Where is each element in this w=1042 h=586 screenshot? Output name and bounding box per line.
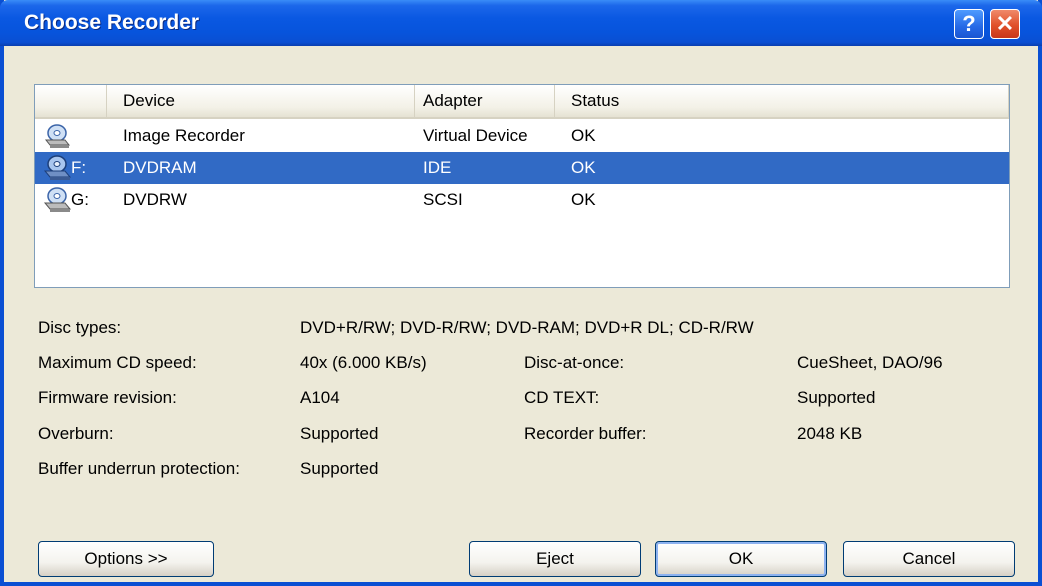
adapter-name: IDE (423, 158, 452, 177)
column-header-icon[interactable] (35, 85, 107, 117)
window-title: Choose Recorder (24, 11, 200, 34)
recorder-buffer-label: Recorder buffer: (524, 424, 647, 443)
max-cd-speed-label: Maximum CD speed: (38, 353, 197, 372)
disc-types-value: DVD+R/RW; DVD-R/RW; DVD-RAM; DVD+R DL; C… (300, 318, 754, 337)
column-header-adapter[interactable]: Adapter (415, 85, 555, 117)
list-row-dvdram[interactable]: F: DVDRAM IDE OK (35, 152, 1009, 184)
image-recorder-icon (44, 124, 71, 148)
adapter-name: SCSI (423, 190, 463, 209)
overburn-value: Supported (300, 424, 379, 443)
drive-letter: F: (71, 158, 87, 177)
status-value: OK (571, 126, 596, 145)
cancel-button[interactable]: Cancel (843, 541, 1015, 577)
drive-letter: G: (71, 190, 89, 209)
overburn-label: Overburn: (38, 424, 114, 443)
cd-text-value: Supported (797, 388, 876, 407)
disc-at-once-label: Disc-at-once: (524, 353, 625, 372)
eject-button[interactable]: Eject (469, 541, 641, 577)
buffer-underrun-label: Buffer underrun protection: (38, 459, 240, 478)
recorder-list[interactable]: Device Adapter Status Image Recorder Vir… (34, 84, 1010, 288)
options-button[interactable]: Options >> (38, 541, 214, 577)
max-cd-speed-value: 40x (6.000 KB/s) (300, 353, 427, 372)
close-icon: ✕ (995, 11, 1015, 36)
column-header-status[interactable]: Status (555, 85, 1009, 117)
title-bar[interactable]: Choose Recorder ? ✕ (0, 0, 1042, 46)
firmware-revision-value: A104 (300, 388, 340, 407)
buffer-underrun-value: Supported (300, 459, 379, 478)
list-row-dvdrw[interactable]: G: DVDRW SCSI OK (35, 184, 1009, 216)
adapter-name: Virtual Device (423, 126, 528, 145)
cd-text-label: CD TEXT: (524, 388, 600, 407)
device-name: DVDRAM (123, 158, 197, 177)
device-name: DVDRW (123, 190, 187, 209)
firmware-revision-label: Firmware revision: (38, 388, 177, 407)
device-name: Image Recorder (123, 126, 245, 145)
ok-button[interactable]: OK (655, 541, 827, 577)
disc-at-once-value: CueSheet, DAO/96 (797, 353, 943, 372)
close-button[interactable]: ✕ (990, 9, 1020, 39)
help-button[interactable]: ? (954, 9, 984, 39)
list-header: Device Adapter Status (35, 85, 1009, 119)
disc-types-label: Disc types: (38, 318, 122, 337)
status-value: OK (571, 158, 596, 177)
column-header-device[interactable]: Device (107, 85, 415, 117)
list-row-image-recorder[interactable]: Image Recorder Virtual Device OK (35, 120, 1009, 152)
status-value: OK (571, 190, 596, 209)
recorder-buffer-value: 2048 KB (797, 424, 863, 443)
help-icon: ? (962, 11, 976, 36)
